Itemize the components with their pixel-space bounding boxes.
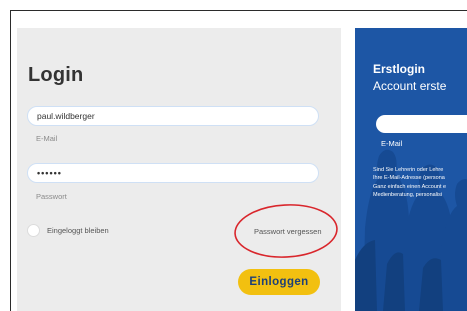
signup-text-line: Ihre E-Mail-Adresse (persona bbox=[373, 175, 445, 182]
password-field[interactable]: •••••• bbox=[27, 163, 319, 183]
email-value: paul.wildberger bbox=[37, 111, 95, 121]
signup-email-field[interactable] bbox=[376, 115, 467, 133]
signup-text-line: Ganz einfach einen Account e bbox=[373, 183, 447, 190]
signup-title: Erstlogin bbox=[373, 62, 426, 76]
signup-subtitle: Account erste bbox=[373, 79, 447, 93]
email-field[interactable]: paul.wildberger bbox=[27, 106, 319, 126]
password-label: Passwort bbox=[36, 192, 67, 201]
login-title: Login bbox=[28, 64, 84, 86]
signup-text-line: Sind Sie Lehrerin oder Lehre bbox=[373, 167, 444, 173]
signup-description: Sind Sie Lehrerin oder Lehre Ihre E-Mail… bbox=[373, 166, 467, 200]
signup-email-label: E-Mail bbox=[381, 139, 403, 148]
email-label: E-Mail bbox=[36, 134, 58, 143]
login-button[interactable]: Einloggen bbox=[238, 269, 320, 295]
remember-label: Eingeloggt bleiben bbox=[47, 226, 109, 235]
forgot-password-link[interactable]: Passwort vergessen bbox=[254, 227, 322, 236]
password-value: •••••• bbox=[37, 168, 62, 178]
signup-text-line: Medienberatung, personalisi bbox=[373, 192, 443, 199]
remember-checkbox[interactable] bbox=[27, 224, 40, 237]
